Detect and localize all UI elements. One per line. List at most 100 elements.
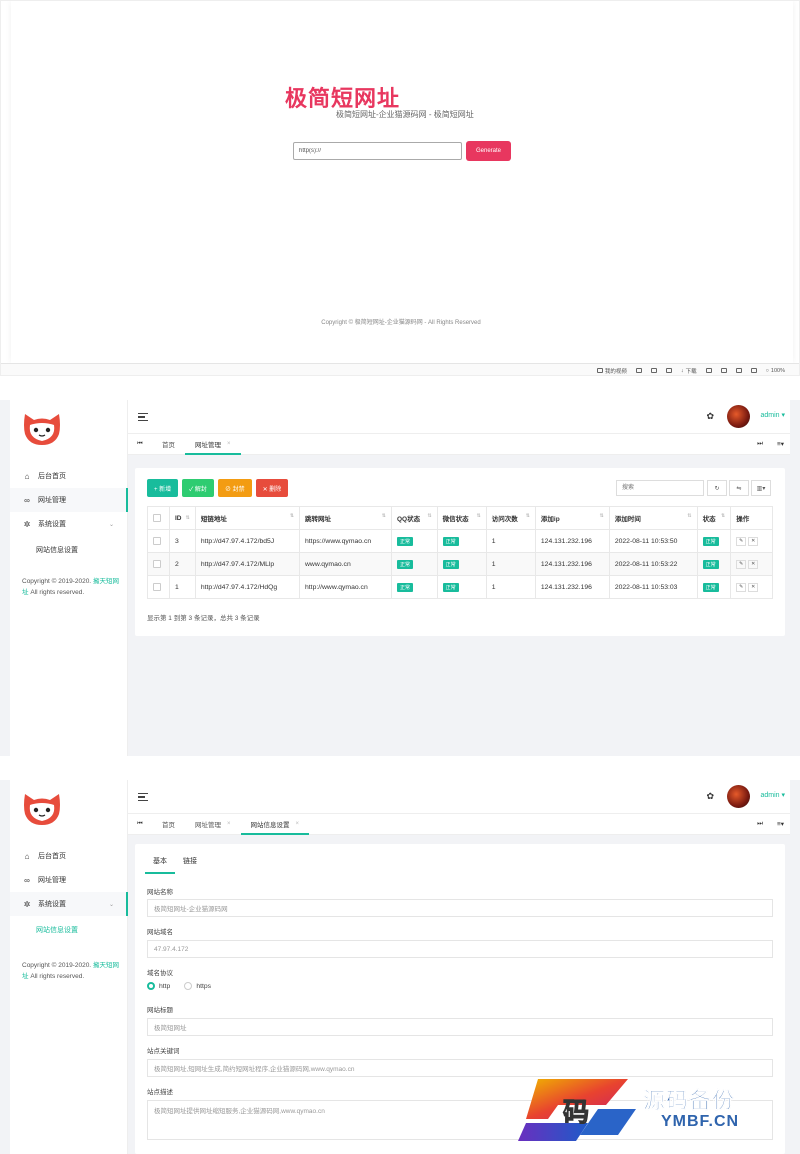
top-header: ✿ admin ▾ (128, 400, 790, 434)
palette-icon[interactable]: ✿ (706, 411, 714, 422)
radio-label: https (196, 982, 212, 990)
admin-list-window: ⌂ 后台首页 ∞ 网址管理 ✲ 系统设置 ⌄ 网站信息设置 Copyright © 20… (0, 400, 800, 756)
edit-icon[interactable]: ✎ (736, 536, 747, 546)
statusbar-tool[interactable] (735, 368, 742, 373)
tabs-prev-icon[interactable]: ⏮ (128, 821, 152, 828)
sidebar-item-home[interactable]: ⌂ 后台首页 (10, 464, 128, 488)
close-icon[interactable]: × (296, 821, 300, 827)
menu-toggle-icon[interactable] (138, 413, 148, 421)
sidebar-item-settings[interactable]: ✲ 系统设置 ⌄ (10, 512, 128, 536)
column-header[interactable]: 访问次数 ⇅ (485, 506, 536, 530)
statusbar-tool[interactable] (720, 368, 727, 373)
site-title-field[interactable] (147, 1018, 773, 1036)
sidebar-item-home[interactable]: ⌂ 后台首页 (10, 844, 128, 868)
url-input[interactable] (293, 142, 462, 160)
block-button[interactable]: ⊘ 封禁 (217, 479, 252, 497)
cell-wx-status: 正常 (436, 552, 487, 576)
tab-home[interactable]: 首页 (152, 814, 185, 835)
cell-ip: 124.131.232.196 (534, 575, 610, 599)
form-tab-links[interactable]: 链接 (175, 854, 205, 874)
column-header[interactable]: 添加时间 ⇅ (608, 506, 698, 530)
tab-urls[interactable]: 网址管理 × (185, 434, 241, 455)
sidebar-item-site-settings[interactable]: 网站信息设置 (10, 536, 128, 564)
site-name-field[interactable] (147, 899, 773, 917)
avatar[interactable] (727, 405, 750, 428)
cell-wx-status: 正常 (436, 575, 487, 599)
generate-button[interactable]: Generate (466, 141, 511, 161)
statusbar-tool[interactable] (635, 368, 642, 373)
unblock-button[interactable]: ✓ 解封 (182, 479, 214, 497)
form-tab-basic[interactable]: 基本 (145, 854, 175, 874)
domain-field[interactable] (147, 940, 773, 958)
brush-icon (720, 368, 727, 373)
statusbar-tool[interactable] (750, 368, 757, 373)
edit-icon[interactable]: ✎ (736, 582, 747, 592)
search-input[interactable] (616, 480, 704, 496)
sidebar-item-label: 网址管理 (38, 497, 66, 504)
statusbar-tool[interactable] (650, 368, 657, 373)
protocol-http-radio[interactable]: http (147, 982, 170, 990)
tabs-next-icon[interactable]: ⏭ (757, 820, 763, 828)
statusbar-tool[interactable] (705, 368, 712, 373)
tab-home[interactable]: 首页 (152, 434, 185, 455)
statusbar-tool[interactable] (665, 368, 672, 373)
copyright-suffix: All rights reserved. (30, 589, 85, 596)
url-list-card: + 新增 ✓ 解封 ⊘ 封禁 ✕ 删除 ↻ ⇋ ▥▾ ID⇅ 短链地址⇅ 跳转网… (135, 468, 785, 636)
pin-icon (665, 368, 672, 373)
tab-label: 首页 (162, 442, 175, 449)
sidebar-item-site-settings[interactable]: 网站信息设置 (10, 916, 128, 944)
tab-site-settings[interactable]: 网站信息设置 × (240, 814, 310, 835)
close-icon[interactable]: × (227, 441, 231, 447)
sidebar-item-urls[interactable]: ∞ 网址管理 (10, 868, 128, 892)
frontend-page (11, 1, 793, 363)
row-checkbox[interactable] (147, 529, 170, 553)
row-checkbox[interactable] (147, 575, 170, 599)
row-checkbox[interactable] (147, 552, 170, 576)
column-header[interactable]: 微信状态 ⇅ (436, 506, 487, 530)
menu-toggle-icon[interactable] (138, 793, 148, 801)
gear-icon: ✲ (23, 899, 31, 909)
close-icon[interactable]: × (227, 821, 231, 827)
user-menu[interactable]: admin ▾ (760, 791, 785, 799)
watermark: 码 源码备份 YMBF.CN (518, 1075, 798, 1151)
add-button[interactable]: + 新增 (147, 479, 179, 497)
tabs-prev-icon[interactable]: ⏮ (128, 441, 152, 448)
protocol-https-radio[interactable]: https (184, 982, 211, 990)
refresh-icon[interactable]: ↻ (707, 480, 727, 496)
statusbar-download[interactable]: ↓ 下载 (681, 367, 697, 375)
column-header[interactable]: 添加ip ⇅ (534, 506, 610, 530)
sort-icon: ⇅ (599, 513, 604, 519)
delete-icon[interactable]: ✕ (748, 582, 759, 592)
watermark-logo-icon: 码 (518, 1079, 636, 1141)
delete-icon[interactable]: ✕ (748, 559, 759, 569)
statusbar-video[interactable]: 我的视频 (596, 367, 627, 375)
cell-short-url: http://d47.97.4.172/bd5J (194, 529, 301, 553)
sidebar-item-urls[interactable]: ∞ 网址管理 (10, 488, 128, 512)
page-tabs: ⏮ 首页 网址管理 × ⏭ ≡▾ (128, 434, 790, 455)
tabs-next-icon[interactable]: ⏭ (757, 440, 763, 448)
columns-icon[interactable]: ▥▾ (751, 480, 771, 496)
sidebar-item-label: 网站信息设置 (36, 927, 78, 934)
select-all-checkbox[interactable] (147, 506, 170, 530)
delete-button[interactable]: ✕ 删除 (255, 479, 289, 497)
palette-icon[interactable]: ✿ (706, 791, 714, 802)
table-row[interactable]: 2 http://d47.97.4.172/MLlp www.qymao.cn … (147, 552, 773, 576)
edit-icon[interactable]: ✎ (736, 559, 747, 569)
avatar[interactable] (727, 785, 750, 808)
column-header[interactable]: QQ状态 ⇅ (390, 506, 438, 530)
statusbar-zoom[interactable]: ○ 100% (766, 368, 785, 374)
user-menu[interactable]: admin ▾ (760, 411, 785, 419)
table-row[interactable]: 3 http://d47.97.4.172/bd5J https://www.q… (147, 529, 773, 553)
column-header[interactable]: 状态 ⇅ (696, 506, 732, 530)
table-row[interactable]: 1 http://d47.97.4.172/HdQg http://www.qy… (147, 575, 773, 599)
tabs-menu-icon[interactable]: ≡▾ (777, 820, 784, 828)
tab-urls[interactable]: 网址管理 × (185, 814, 241, 835)
toggle-view-icon[interactable]: ⇋ (729, 480, 749, 496)
column-header[interactable]: 短链地址 ⇅ (194, 506, 301, 530)
sidebar-item-label: 系统设置 (38, 521, 66, 528)
column-header[interactable]: 跳转网址 ⇅ (299, 506, 392, 530)
column-header[interactable]: ID ⇅ (169, 506, 196, 530)
tabs-menu-icon[interactable]: ≡▾ (777, 440, 784, 448)
sidebar-item-settings[interactable]: ✲ 系统设置 ⌄ (10, 892, 128, 916)
delete-icon[interactable]: ✕ (748, 536, 759, 546)
